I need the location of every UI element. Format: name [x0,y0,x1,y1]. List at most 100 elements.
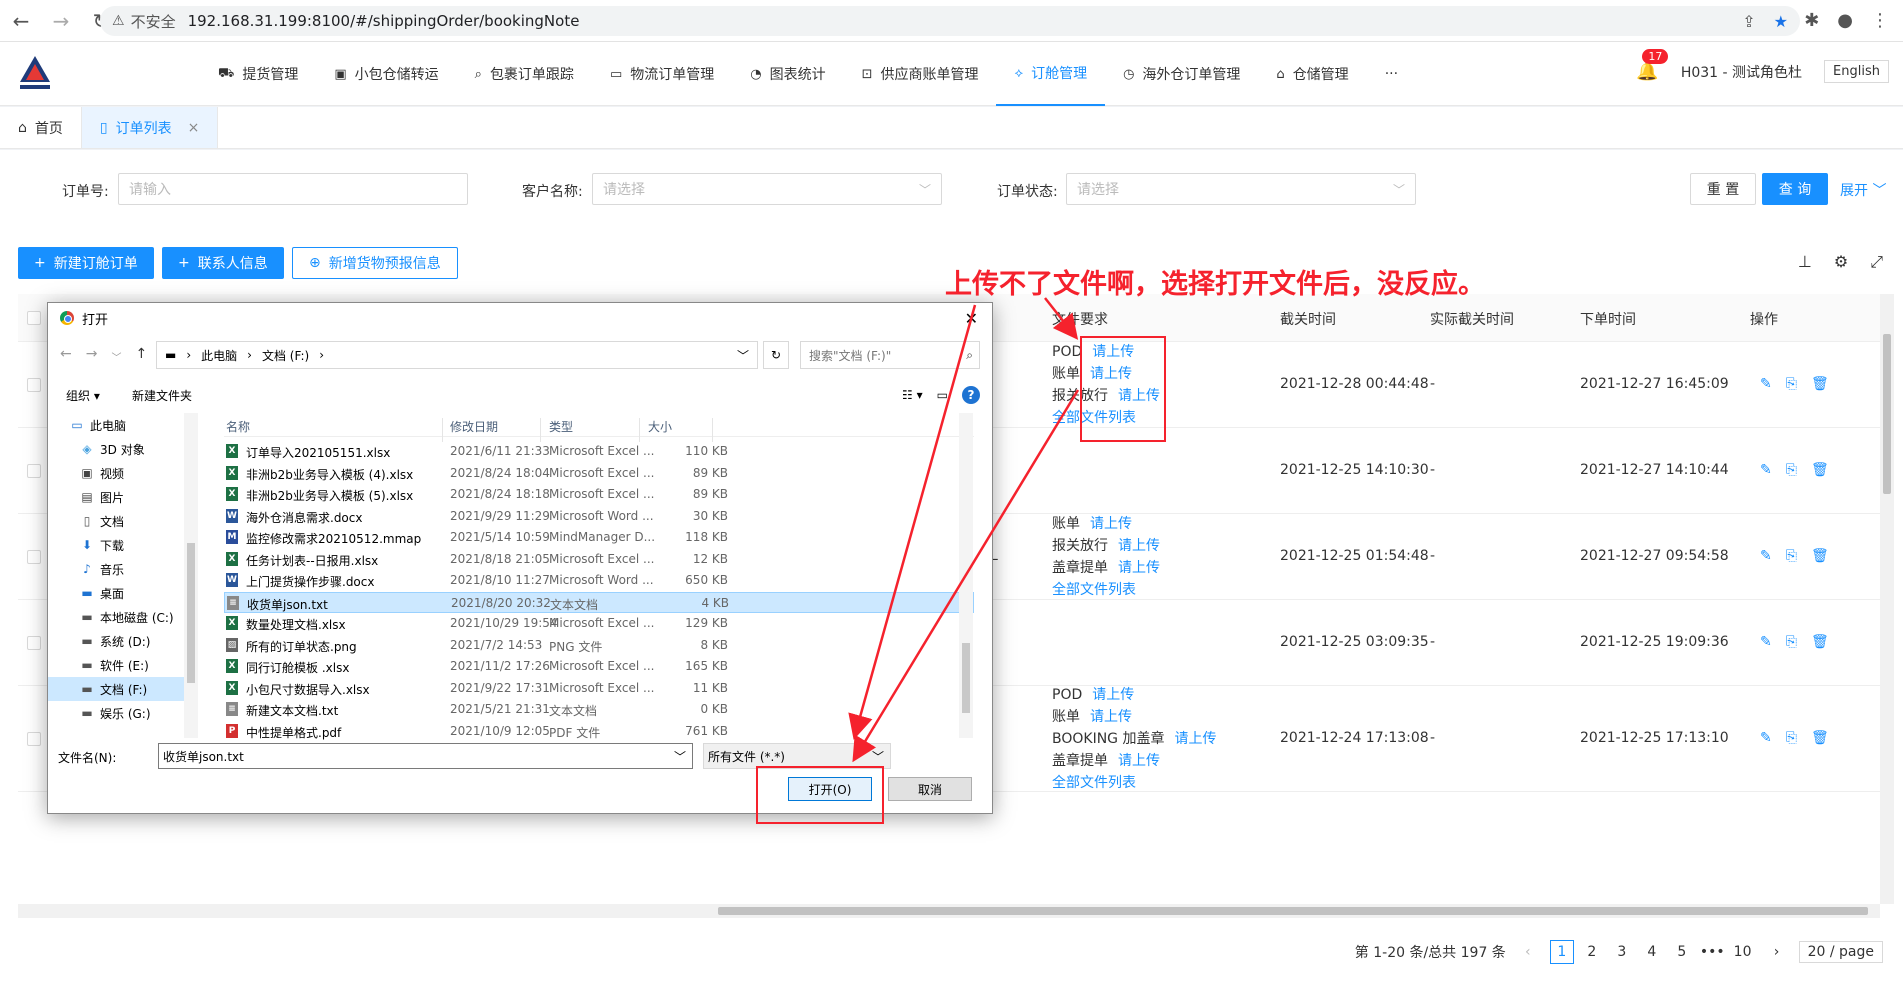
chevron-down-icon[interactable]: ﹀ [737,347,749,364]
menu-item[interactable]: ⊡ 供应商账单管理 [844,42,997,106]
row-checkbox[interactable] [27,636,41,650]
chevron-down-icon[interactable]: ﹀ [674,748,686,765]
column-height-icon[interactable]: ⊥ [1798,252,1812,272]
new-order-button[interactable]: + 新建订舱订单 [18,247,154,279]
tree-item[interactable]: ▬ 本地磁盘 (C:) [48,605,198,629]
upload-link[interactable]: 请上传 [1118,753,1160,769]
tree-scrollbar[interactable] [184,413,198,738]
upload-link[interactable]: 请上传 [1118,560,1160,576]
audit-icon[interactable]: ⎘ [1786,730,1797,746]
contacts-button[interactable]: + 联系人信息 [162,247,284,279]
back-icon[interactable]: ← [60,346,72,364]
file-row[interactable]: X 订单导入202105151.xlsx 2021/6/11 21:33 Mic… [224,441,974,463]
upload-link[interactable]: 请上传 [1118,538,1160,554]
address-bar[interactable]: ⚠ 不安全 192.168.31.199:8100/#/shippingOrde… [100,6,1800,36]
edit-icon[interactable]: ✎ [1760,548,1772,564]
close-tab-icon[interactable]: × [188,120,200,136]
settings-icon[interactable]: ⚙ [1834,252,1848,272]
refresh-icon[interactable]: ↻ [763,341,789,369]
row-checkbox[interactable] [27,378,41,392]
file-row[interactable]: X 非洲b2b业务导入模板 (5).xlsx 2021/8/24 18:18 M… [224,484,974,506]
close-icon[interactable]: ✕ [965,309,978,328]
tree-item[interactable]: ♪ 音乐 [48,557,198,581]
page-number[interactable]: 1 [1549,940,1574,964]
upload-link[interactable]: 请上传 [1090,709,1132,725]
tree-item[interactable]: ▤ 图片 [48,485,198,509]
upload-link[interactable]: 请上传 [1174,731,1216,747]
edit-icon[interactable]: ✎ [1760,634,1772,650]
file-row[interactable]: ≡ 新建文本文档.txt 2021/5/21 21:31 文本文档 0 KB [224,699,974,721]
page-number[interactable]: ••• [1700,940,1725,964]
upload-link[interactable]: 请上传 [1092,687,1134,703]
prealert-button[interactable]: ⊕ 新增货物预报信息 [292,247,458,279]
row-checkbox[interactable] [27,550,41,564]
tab-order-list[interactable]: ▯ 订单列表 × [81,107,219,148]
chevron-down-icon[interactable]: ﹀ [111,349,121,364]
path-segment[interactable]: 此电脑 [201,347,237,364]
menu-item[interactable]: ··· [1367,42,1416,106]
row-checkbox[interactable] [27,464,41,478]
path-bar[interactable]: ▬ › 此电脑 › 文档 (F:) › ﹀ [156,341,758,369]
extensions-icon[interactable]: ✱ [1804,10,1819,31]
tree-item[interactable]: ▯ 文档 [48,509,198,533]
up-icon[interactable]: ↑ [135,346,147,364]
menu-item[interactable]: ⟡ 订舱管理 [996,42,1106,106]
menu-item[interactable]: ⛟ 提货管理 [200,42,316,106]
tree-item[interactable]: ▬ 文档 (F:) [48,677,198,701]
col-name[interactable]: 名称 [226,418,250,435]
menu-item[interactable]: ▭ 物流订单管理 [592,42,732,106]
order-no-input[interactable]: 请输入 [118,173,468,205]
menu-item[interactable]: ⌕ 包裹订单跟踪 [457,42,592,106]
forward-icon[interactable]: → [86,346,98,364]
file-row[interactable]: ≡ 收货单json.txt 2021/8/20 20:32 文本文档 4 KB [224,591,974,613]
page-number[interactable]: 3 [1610,940,1634,964]
bell-icon[interactable]: 🔔 17 [1636,49,1669,82]
file-row[interactable]: P 中性提单格式.pdf 2021/10/9 12:05 PDF 文件 761 … [224,721,974,743]
edit-icon[interactable]: ✎ [1760,730,1772,746]
tab-home[interactable]: ⌂ 首页 [0,107,82,148]
tree-item[interactable]: ▭ 此电脑 [48,413,198,437]
file-row[interactable]: M 监控修改需求20210512.mmap 2021/5/14 10:59 Mi… [224,527,974,549]
view-options-icon[interactable]: ☷ ▾ [902,388,923,402]
language-button[interactable]: English [1824,60,1889,83]
cancel-button[interactable]: 取消 [888,777,972,801]
horizontal-scrollbar[interactable] [18,904,1880,918]
tree-item[interactable]: ▬ 系统 (D:) [48,629,198,653]
all-files-link[interactable]: 全部文件列表 [1052,775,1136,791]
tree-item[interactable]: ▬ 软件 (E:) [48,653,198,677]
file-row[interactable]: W 海外仓消息需求.docx 2021/9/29 11:29 Microsoft… [224,506,974,528]
delete-icon[interactable]: 🗑 [1811,730,1829,746]
vertical-scrollbar[interactable] [1880,294,1894,904]
tree-item[interactable]: ◈ 3D 对象 [48,437,198,461]
query-button[interactable]: 查 询 [1762,173,1828,205]
page-size-select[interactable]: 20 / page [1798,941,1883,963]
profile-icon[interactable]: ● [1837,10,1853,31]
select-all-checkbox[interactable] [27,311,41,325]
share-icon[interactable]: ⇪ [1742,12,1755,31]
delete-icon[interactable]: 🗑 [1811,376,1829,392]
upload-link[interactable]: 请上传 [1090,516,1132,532]
delete-icon[interactable]: 🗑 [1811,548,1829,564]
file-row[interactable]: X 任务计划表--日报用.xlsx 2021/8/18 21:05 Micros… [224,549,974,571]
audit-icon[interactable]: ⎘ [1786,462,1797,478]
customer-select[interactable]: 请选择 ﹀ [592,173,942,205]
new-folder-button[interactable]: 新建文件夹 [132,387,192,404]
bookmark-star-icon[interactable]: ★ [1774,12,1788,31]
user-name[interactable]: H031 - 测试角色杜 [1681,62,1802,82]
edit-icon[interactable]: ✎ [1760,376,1772,392]
audit-icon[interactable]: ⎘ [1786,634,1797,650]
menu-item[interactable]: ◔ 图表统计 [732,42,843,106]
forward-icon[interactable]: → [50,9,72,33]
filename-input[interactable]: 收货单json.txt ﹀ [158,743,693,769]
reset-button[interactable]: 重 置 [1690,173,1756,205]
path-segment[interactable]: 文档 (F:) [262,347,309,364]
organize-button[interactable]: 组织 ▾ [66,387,100,404]
preview-pane-icon[interactable]: ▭ [937,388,948,402]
tree-item[interactable]: ⬇ 下载 [48,533,198,557]
menu-item[interactable]: ◷ 海外仓订单管理 [1105,42,1258,106]
page-number[interactable]: 5 [1670,940,1694,964]
col-size[interactable]: 大小 [648,418,672,435]
audit-icon[interactable]: ⎘ [1786,376,1797,392]
back-icon[interactable]: ← [10,9,32,33]
menu-item[interactable]: ⌂ 仓储管理 [1258,42,1366,106]
